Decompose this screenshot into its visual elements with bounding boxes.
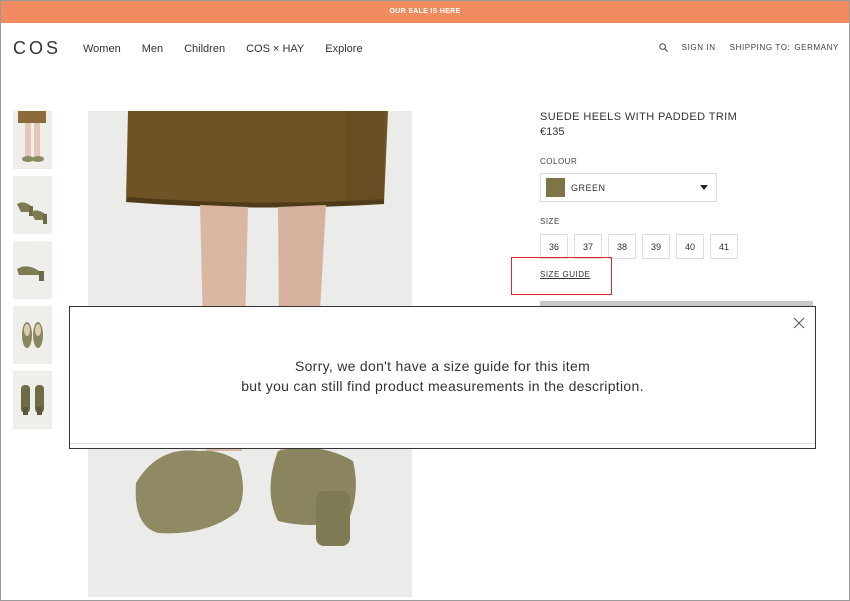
thumbnail-1[interactable] bbox=[13, 111, 52, 169]
nav-explore[interactable]: Explore bbox=[325, 43, 362, 55]
size-option-38[interactable]: 38 bbox=[608, 234, 636, 259]
product-title: SUEDE HEELS WITH PADDED TRIM bbox=[540, 111, 738, 123]
page-frame: OUR SALE IS HERE COS Women Men Children … bbox=[0, 0, 850, 601]
shipping-label: SHIPPING TO: bbox=[729, 43, 791, 52]
size-option-37[interactable]: 37 bbox=[574, 234, 602, 259]
cos-logo[interactable]: COS bbox=[13, 38, 61, 59]
size-label: SIZE bbox=[540, 217, 560, 226]
size-option-40[interactable]: 40 bbox=[676, 234, 704, 259]
colour-dropdown[interactable]: GREEN bbox=[540, 173, 717, 202]
nav-children[interactable]: Children bbox=[184, 43, 225, 55]
thumbnail-4[interactable] bbox=[13, 306, 52, 364]
size-option-41[interactable]: 41 bbox=[710, 234, 738, 259]
size-option-36[interactable]: 36 bbox=[540, 234, 568, 259]
size-option-39[interactable]: 39 bbox=[642, 234, 670, 259]
close-icon[interactable] bbox=[793, 316, 805, 329]
modal-message-line-2: but you can still find product measureme… bbox=[241, 378, 644, 394]
nav-men[interactable]: Men bbox=[142, 43, 163, 55]
site-header: COS Women Men Children COS × HAY Explore… bbox=[1, 23, 849, 75]
size-guide-modal: Sorry, we don't have a size guide for th… bbox=[69, 306, 816, 449]
nav-women[interactable]: Women bbox=[83, 43, 121, 55]
product-info: SUEDE HEELS WITH PADDED TRIM €135 COLOUR… bbox=[540, 111, 815, 279]
modal-divider bbox=[70, 443, 815, 444]
thumbnail-2[interactable] bbox=[13, 176, 52, 234]
thumbnail-3[interactable] bbox=[13, 241, 52, 299]
header-utilities: SIGN IN SHIPPING TO: GERMANY bbox=[658, 43, 839, 52]
promo-banner[interactable]: OUR SALE IS HERE bbox=[1, 1, 849, 23]
search-icon[interactable] bbox=[658, 43, 668, 52]
chevron-down-icon bbox=[700, 185, 708, 190]
main-nav: Women Men Children COS × HAY Explore bbox=[83, 43, 363, 55]
product-price: €135 bbox=[540, 126, 565, 138]
shipping-country[interactable]: GERMANY bbox=[794, 43, 839, 52]
colour-value: GREEN bbox=[571, 183, 606, 193]
thumbnail-list bbox=[13, 111, 53, 436]
colour-label: COLOUR bbox=[540, 157, 578, 166]
size-options: 36 37 38 39 40 41 bbox=[540, 234, 744, 259]
sign-in-link[interactable]: SIGN IN bbox=[682, 43, 716, 52]
modal-message-line-1: Sorry, we don't have a size guide for th… bbox=[294, 358, 591, 374]
size-guide-highlight bbox=[511, 257, 612, 295]
nav-cos-hay[interactable]: COS × HAY bbox=[246, 43, 304, 55]
thumbnail-5[interactable] bbox=[13, 371, 52, 429]
colour-swatch bbox=[546, 178, 565, 197]
